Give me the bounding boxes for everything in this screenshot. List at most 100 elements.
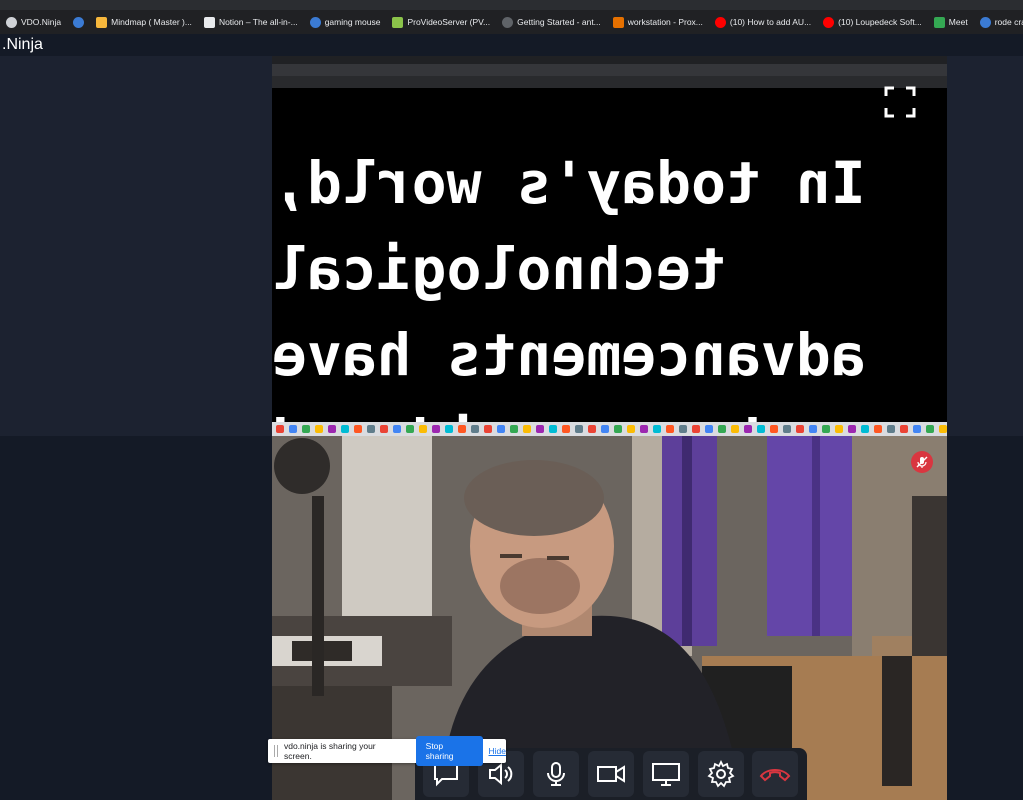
vdo-ninja-icon — [6, 16, 17, 28]
taskbar-app-icon — [601, 425, 609, 433]
youtube-icon — [714, 16, 726, 28]
bookmark-label: VDO.Ninja — [21, 17, 62, 27]
taskbar-app-icon — [900, 425, 908, 433]
proxmox-icon — [612, 16, 624, 28]
bookmark-label: Meet — [948, 17, 968, 27]
taskbar-app-icon — [822, 425, 830, 433]
shared-taskbar-strip — [272, 422, 947, 436]
wordpress-icon — [979, 16, 991, 28]
taskbar-app-icon — [679, 425, 687, 433]
caption-line: technological — [272, 235, 726, 303]
provideo-icon — [392, 16, 404, 28]
taskbar-app-icon — [718, 425, 726, 433]
bookmark-item[interactable]: (10) How to add AU... — [714, 16, 812, 28]
screen-share-video[interactable]: In today's world, technological advancem… — [272, 56, 947, 436]
fullscreen-icon[interactable] — [884, 86, 916, 118]
drag-handle-icon[interactable] — [274, 745, 278, 757]
taskbar-app-icon — [510, 425, 518, 433]
bookmark-item[interactable]: Notion – The all-in-... — [203, 16, 298, 28]
bookmark-label: gaming mouse — [324, 17, 381, 27]
microphone-button[interactable] — [533, 751, 580, 797]
right-empty-panel — [947, 56, 1023, 436]
bookmark-item[interactable]: (10) Loupedeck Soft... — [823, 16, 922, 28]
taskbar-app-icon — [835, 425, 843, 433]
taskbar-app-icon — [731, 425, 739, 433]
taskbar-app-icon — [445, 425, 453, 433]
bookmark-label: (10) Loupedeck Soft... — [838, 17, 922, 27]
taskbar-app-icon — [783, 425, 791, 433]
taskbar-app-icon — [328, 425, 336, 433]
screenshare-button[interactable] — [642, 751, 689, 797]
taskbar-app-icon — [575, 425, 583, 433]
taskbar-app-icon — [926, 425, 934, 433]
taskbar-app-icon — [406, 425, 414, 433]
shared-browser-chrome — [272, 56, 947, 88]
bookmark-item[interactable] — [73, 16, 85, 28]
gear-icon — [707, 760, 735, 788]
taskbar-app-icon — [874, 425, 882, 433]
taskbar-app-icon — [809, 425, 817, 433]
taskbar-app-icon — [276, 425, 284, 433]
hide-link[interactable]: Hide — [489, 746, 506, 756]
mindmap-icon — [96, 16, 108, 28]
bookmark-label: Mindmap ( Master )... — [111, 17, 192, 27]
taskbar-app-icon — [887, 425, 895, 433]
github-icon — [502, 16, 514, 28]
taskbar-app-icon — [523, 425, 531, 433]
bookmark-label: (10) How to add AU... — [729, 17, 812, 27]
youtube-icon — [823, 16, 835, 28]
taskbar-app-icon — [484, 425, 492, 433]
taskbar-app-icon — [497, 425, 505, 433]
left-empty-panel-lower — [0, 436, 272, 800]
sharing-message: vdo.ninja is sharing your screen. — [283, 741, 376, 761]
hangup-button[interactable] — [752, 751, 799, 797]
left-empty-panel — [0, 56, 272, 436]
taskbar-app-icon — [367, 425, 375, 433]
taskbar-app-icon — [341, 425, 349, 433]
browser-tab-strip — [0, 0, 1023, 10]
taskbar-app-icon — [848, 425, 856, 433]
taskbar-app-icon — [757, 425, 765, 433]
bookmark-item[interactable]: workstation - Prox... — [612, 16, 703, 28]
settings-button[interactable] — [697, 751, 744, 797]
bookmark-label: workstation - Prox... — [627, 17, 703, 27]
taskbar-app-icon — [653, 425, 661, 433]
bookmark-label: Notion – The all-in-... — [218, 17, 298, 27]
taskbar-app-icon — [705, 425, 713, 433]
stop-sharing-button[interactable]: Stop sharing — [415, 736, 483, 766]
hangup-icon — [760, 769, 791, 782]
taskbar-app-icon — [315, 425, 323, 433]
taskbar-app-icon — [289, 425, 297, 433]
taskbar-app-icon — [562, 425, 570, 433]
taskbar-app-icon — [796, 425, 804, 433]
bookmark-item[interactable]: gaming mouse — [309, 16, 381, 28]
notion-icon — [203, 16, 215, 28]
taskbar-app-icon — [744, 425, 752, 433]
bookmark-item[interactable]: Meet — [933, 16, 968, 28]
taskbar-app-icon — [536, 425, 544, 433]
mic-off-icon — [916, 456, 928, 468]
taskbar-app-icon — [614, 425, 622, 433]
mirrored-caption-text: In today's world, technological advancem… — [272, 140, 947, 436]
bookmark-item[interactable]: rode crackling — [979, 16, 1023, 28]
taskbar-app-icon — [432, 425, 440, 433]
bookmark-item[interactable]: ProVideoServer (PV... — [392, 16, 491, 28]
taskbar-app-icon — [640, 425, 648, 433]
taskbar-app-icon — [458, 425, 466, 433]
caption-line: advancements have — [272, 321, 866, 389]
taskbar-app-icon — [913, 425, 921, 433]
bookmark-item[interactable]: Getting Started - ant... — [502, 16, 601, 28]
taskbar-app-icon — [419, 425, 427, 433]
bookmark-item[interactable]: Mindmap ( Master )... — [96, 16, 192, 28]
meet-icon — [933, 16, 945, 28]
page-title: .Ninja — [0, 34, 1023, 56]
bookmark-label: ProVideoServer (PV... — [407, 17, 491, 27]
screen-sharing-notification: vdo.ninja is sharing your screen. Stop s… — [268, 736, 506, 766]
taskbar-app-icon — [380, 425, 388, 433]
muted-mic-icon — [911, 451, 933, 473]
taskbar-app-icon — [692, 425, 700, 433]
taskbar-app-icon — [666, 425, 674, 433]
taskbar-app-icon — [549, 425, 557, 433]
camera-button[interactable] — [587, 751, 634, 797]
bookmark-item[interactable]: VDO.Ninja — [6, 16, 62, 28]
